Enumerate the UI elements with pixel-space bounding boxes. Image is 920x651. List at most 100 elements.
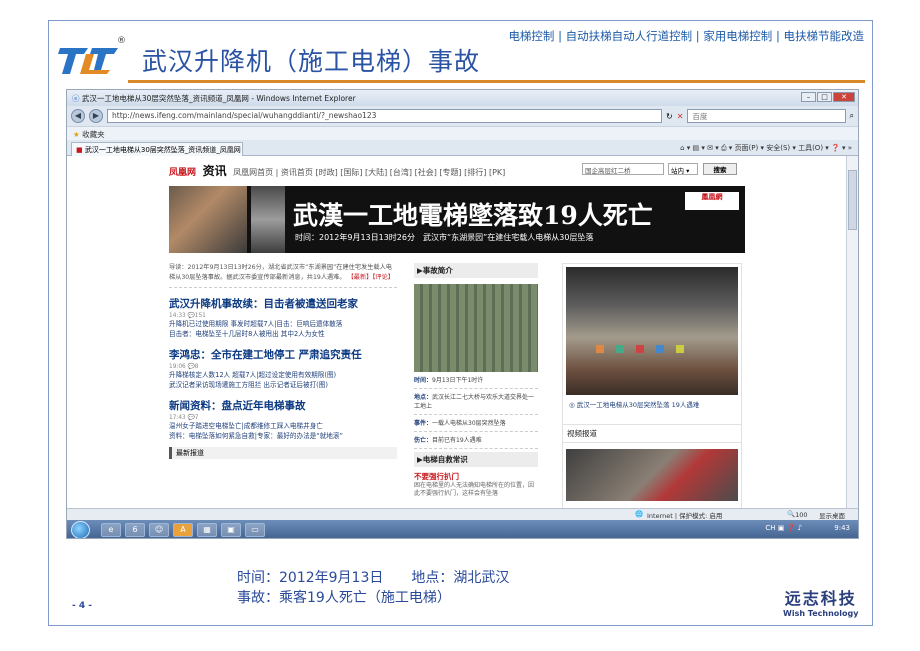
ie-taskbar-icon[interactable]: e: [101, 523, 121, 537]
vertical-scrollbar[interactable]: [846, 156, 858, 508]
bunting-flag: [656, 345, 664, 353]
news-headline[interactable]: 武汉升降机事故续：目击者被遣送回老家: [169, 296, 397, 311]
section-name: 资讯: [202, 164, 227, 178]
show-desktop-button[interactable]: 显示桌面: [819, 510, 845, 520]
forward-arrow-icon[interactable]: ▶: [89, 109, 103, 123]
registered-mark: ®: [117, 36, 126, 46]
company-logo: ®: [58, 36, 126, 78]
url-input[interactable]: http://news.ifeng.com/mainland/special/w…: [107, 109, 662, 123]
app-taskbar-icon[interactable]: ▭: [245, 523, 265, 537]
top-nav-item[interactable]: 家用电梯控制: [703, 29, 772, 43]
app-taskbar-icon[interactable]: 6: [125, 523, 145, 537]
browser-tab[interactable]: ■ 武汉一工地电梯从30层突然坠落_资讯频道_凤凰网: [71, 142, 243, 156]
fact-row: 地点：武汉长江二七大桥与欢乐大道交界处一工地上: [414, 393, 538, 415]
top-nav-item[interactable]: 自动扶梯自动人行道控制: [566, 29, 693, 43]
incident-casualties: 事故：乘客19人死亡（施工电梯）: [237, 590, 451, 606]
site-header: 凤凰网 资讯 凤凰网首页 | 资讯首页 [时政] [国际] [大陆] [台湾] …: [169, 162, 505, 179]
globe-icon: 🌐: [635, 510, 644, 518]
print-icon[interactable]: ⎙ ▾: [721, 144, 732, 152]
security-zone: Internet | 保护模式: 启用: [647, 512, 723, 520]
app-taskbar-icon[interactable]: ☺: [149, 523, 169, 537]
fact-row: 伤亡：目前已有19人遇难: [414, 436, 538, 449]
banner-photo: [169, 186, 247, 253]
tab-bar: ■ 武汉一工地电梯从30层突然坠落_资讯频道_凤凰网 ⌂ ▾ ▤ ▾ ✉ ▾ ⎙…: [67, 140, 858, 156]
news-headline[interactable]: 新闻资料：盘点近年电梯事故: [169, 398, 397, 413]
close-icon[interactable]: ✕: [833, 92, 855, 102]
top-nav: 电梯控制 | 自动扶梯自动人行道控制 | 家用电梯控制 | 电扶梯节能改造: [508, 29, 865, 43]
bunting-flag: [596, 345, 604, 353]
video-section-heading: 视频报道: [563, 424, 741, 443]
site-search-scope[interactable]: 站内 ▾: [668, 163, 698, 175]
photo-column: ◎ 武汉一工地电梯从30层突然坠落 19人遇难 视频报道: [562, 263, 742, 508]
refresh-icon[interactable]: ↻: [666, 112, 673, 121]
volume-icon[interactable]: ♪: [798, 524, 802, 532]
command-bar[interactable]: ⌂ ▾ ▤ ▾ ✉ ▾ ⎙ ▾ 页面(P) ▾ 安全(S) ▾ 工具(O) ▾ …: [680, 143, 852, 153]
fact-row: 事件：一载人电梯从30层突然坠落: [414, 419, 538, 432]
news-link[interactable]: 温州女子踏进空电梯坠亡|成都维修工踩入电梯井身亡: [169, 421, 397, 431]
back-arrow-icon[interactable]: ◀: [71, 109, 85, 123]
news-link[interactable]: 升降梯核定人数12人 超载7人|超过设定使用有效期限(图): [169, 370, 397, 380]
photo-caption[interactable]: ◎ 武汉一工地电梯从30层突然坠落 19人遇难: [569, 399, 699, 409]
brand-logo: 远志科技 Wish Technology: [783, 585, 858, 618]
news-link[interactable]: 目击者：电梯坠至十几层时8人被甩出 其中2人为女性: [169, 329, 397, 339]
news-link[interactable]: 升降机已过使用期限 事发时超载7人|目击：巨响后遗体散落: [169, 319, 397, 329]
selfhelp-title[interactable]: 不要强行扒门: [414, 471, 538, 482]
tab-favicon-icon: ■: [76, 146, 83, 154]
site-search-button[interactable]: 搜索: [703, 163, 737, 175]
banner-headline: 武漢一工地電梯墜落致19人死亡: [293, 201, 653, 230]
section-heading: ▶事故简介: [414, 263, 538, 278]
top-nav-item[interactable]: 电梯控制: [508, 29, 554, 43]
incident-time-place: 时间：2012年9月13日 地点：湖北武汉: [237, 570, 510, 586]
command-menus[interactable]: 页面(P) ▾ 安全(S) ▾ 工具(O) ▾: [735, 144, 829, 152]
start-button[interactable]: [71, 521, 90, 538]
news-item: 武汉升降机事故续：目击者被遣送回老家 14:33 💬151 升降机已过使用期限 …: [169, 296, 397, 339]
banner-badge: 鳳凰網: [685, 192, 739, 210]
site-nav[interactable]: 凤凰网首页 | 资讯首页 [时政] [国际] [大陆] [台湾] [社会] [专…: [233, 168, 505, 177]
top-nav-item[interactable]: 电扶梯节能改造: [784, 29, 865, 43]
scrollbar-thumb[interactable]: [848, 170, 857, 230]
section-heading: ▶电梯自救常识: [414, 452, 538, 467]
stop-icon[interactable]: ✕: [677, 112, 684, 121]
app-taskbar-icon[interactable]: ▣: [221, 523, 241, 537]
slide-title: 武汉升降机（施工电梯）事故: [142, 47, 481, 76]
webpage: 凤凰网 资讯 凤凰网首页 | 资讯首页 [时政] [国际] [大陆] [台湾] …: [67, 156, 847, 508]
video-thumbnail[interactable]: [566, 449, 738, 501]
browser-search-input[interactable]: 百度: [687, 109, 846, 123]
brand-name-cn: 远志科技: [784, 589, 857, 608]
help-icon[interactable]: ❓ ▾ »: [831, 144, 852, 152]
news-headline[interactable]: 李鸿忠：全市在建工地停工 严肃追究责任: [169, 347, 397, 362]
incident-summary: 时间：2012年9月13日 地点：湖北武汉 事故：乘客19人死亡（施工电梯）: [237, 568, 509, 608]
fact-row: 时间：9月13日下午1时许: [414, 376, 538, 389]
maximize-icon[interactable]: □: [817, 92, 832, 102]
favorites-bar: ★ 收藏夹: [67, 126, 858, 140]
app-taskbar-icon[interactable]: A: [173, 523, 193, 537]
window-controls: – □ ✕: [801, 92, 855, 102]
clock[interactable]: 9:43: [834, 524, 850, 532]
building-photo[interactable]: [414, 284, 538, 372]
status-bar: 🌐 Internet | 保护模式: 启用 🔍 100 显示桌面: [67, 508, 858, 520]
news-link[interactable]: 资料：电梯坠落如何紧急自救|专家：最好的办法是“就地滚”: [169, 431, 397, 441]
accident-scene-photo[interactable]: [566, 267, 738, 395]
home-icon[interactable]: ⌂ ▾: [680, 144, 690, 152]
site-logo[interactable]: 凤凰网: [169, 168, 196, 178]
mail-icon[interactable]: ✉ ▾: [707, 144, 719, 152]
site-search-input[interactable]: 国企高层红二桥: [582, 163, 664, 175]
browser-screenshot: ⓔ 武汉一工地电梯从30层突然坠落_资讯频道_凤凰网 - Windows Int…: [66, 89, 859, 539]
ime-icon[interactable]: CH ▣ ❓: [765, 524, 795, 532]
zoom-level[interactable]: 🔍 100: [787, 510, 808, 519]
banner-subtitle: 时间：2012年9月13日13时26分 武汉市“东湖景园”在建住宅载人电梯从30…: [295, 233, 594, 242]
news-link[interactable]: 武汉记者采访现场遭施工方阻拦 出示记者证后被打(图): [169, 380, 397, 390]
minimize-icon[interactable]: –: [801, 92, 816, 102]
title-underline: [128, 80, 865, 83]
favorites-button[interactable]: 收藏夹: [82, 130, 105, 139]
bunting-flag: [616, 345, 624, 353]
search-icon[interactable]: ⌕: [850, 111, 854, 121]
feeds-icon[interactable]: ▤ ▾: [693, 144, 705, 152]
taskbar: e 6 ☺ A ▦ ▣ ▭ CH ▣ ❓ ♪ 9:43: [67, 520, 858, 538]
selfhelp-text: 困在电梯里的人无法确知电梯所在的位置，因此不要强行扒门，这样会有坠落: [414, 482, 535, 497]
summary-links[interactable]: 【最新】【评论】: [348, 274, 394, 281]
star-icon: ★: [73, 130, 80, 139]
brand-name-en: Wish Technology: [783, 609, 859, 618]
window-title: 武汉一工地电梯从30层突然坠落_资讯频道_凤凰网 - Windows Inter…: [81, 94, 356, 103]
app-taskbar-icon[interactable]: ▦: [197, 523, 217, 537]
